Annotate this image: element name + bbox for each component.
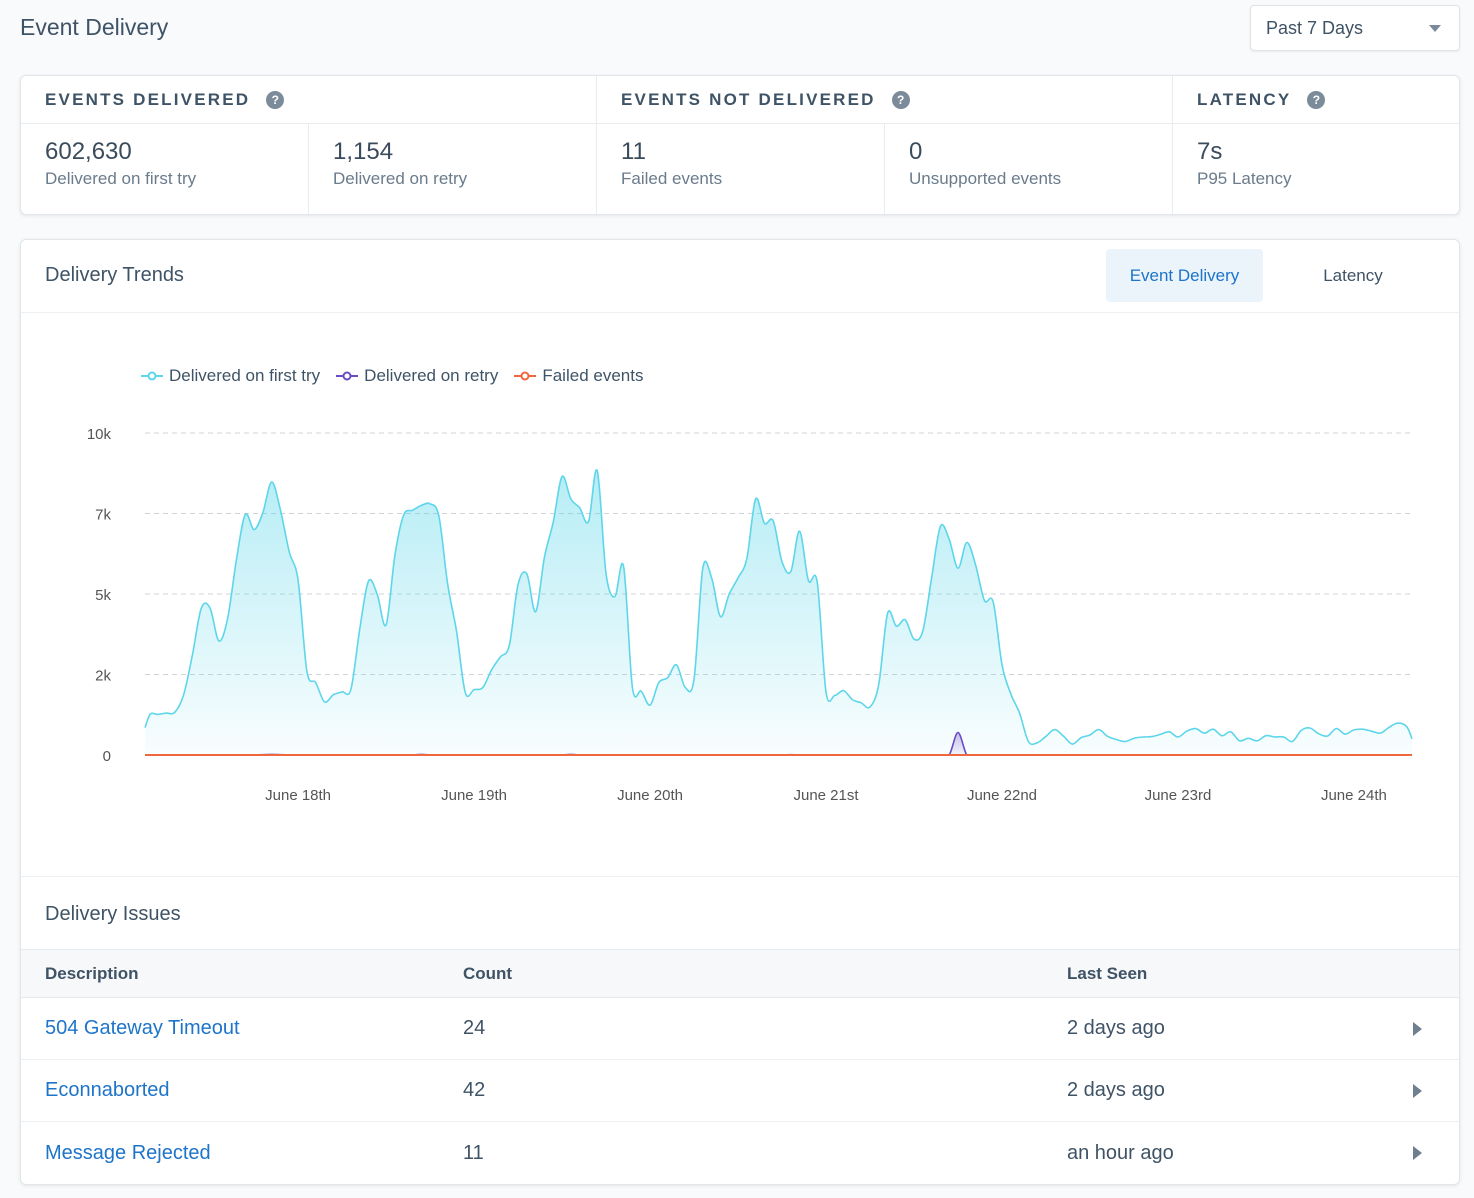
x-tick-label: June 20th <box>617 787 683 804</box>
issue-count: 24 <box>463 1017 486 1039</box>
issue-link[interactable]: 504 Gateway Timeout <box>45 1017 240 1040</box>
chevron-right-icon[interactable] <box>1413 1083 1422 1098</box>
tab-latency[interactable]: Latency <box>1283 249 1423 302</box>
issue-link[interactable]: Econnaborted <box>45 1079 170 1102</box>
issue-last-seen: 2 days ago <box>1067 1079 1165 1101</box>
stat-group-latency: LATENCY ? 7s P95 Latency <box>1173 76 1459 214</box>
caret-down-icon <box>1429 25 1441 32</box>
table-row[interactable]: 504 Gateway Timeout 24 2 days ago <box>21 998 1459 1060</box>
stat-value: 602,630 <box>45 138 132 165</box>
stat-p95-latency: 7s P95 Latency <box>1173 124 1459 214</box>
chevron-right-icon[interactable] <box>1413 1021 1422 1036</box>
col-header-last-seen[interactable]: Last Seen <box>1067 964 1147 984</box>
issue-last-seen: 2 days ago <box>1067 1017 1165 1039</box>
stat-group-header: LATENCY ? <box>1173 76 1459 124</box>
trends-title: Delivery Trends <box>45 264 184 286</box>
legend-item-first-try[interactable]: Delivered on first try <box>141 366 320 386</box>
y-tick-label: 0 <box>103 748 111 765</box>
stat-label: Failed events <box>621 169 723 188</box>
stat-group-header: EVENTS DELIVERED ? <box>21 76 596 124</box>
legend-item-failed[interactable]: Failed events <box>514 366 643 386</box>
x-tick-label: June 21st <box>793 787 859 804</box>
table-header: Description Count Last Seen <box>21 949 1459 998</box>
stat-group-events-not-delivered: EVENTS NOT DELIVERED ? 11 Failed events … <box>597 76 1173 214</box>
trends-header: Delivery Trends Event Delivery Latency <box>21 240 1459 313</box>
legend-marker-icon <box>141 371 163 381</box>
chevron-right-icon[interactable] <box>1413 1146 1422 1160</box>
col-header-description[interactable]: Description <box>45 964 139 984</box>
stat-group-header: EVENTS NOT DELIVERED ? <box>597 76 1172 124</box>
table-row[interactable]: Message Rejected 11 an hour ago <box>21 1122 1459 1184</box>
stat-label: Delivered on retry <box>333 169 468 188</box>
issues-title: Delivery Issues <box>45 903 181 925</box>
stat-value: 0 <box>909 138 923 165</box>
y-tick-label: 7k <box>95 507 111 524</box>
stat-value: 11 <box>621 138 646 165</box>
issue-last-seen: an hour ago <box>1067 1141 1174 1164</box>
stat-group-title: LATENCY <box>1197 89 1292 109</box>
stat-failed-events: 11 Failed events <box>597 124 885 214</box>
delivery-chart: 0 2k 5k 7k 10k June 18th June 19th June 20th Jun… <box>21 314 1459 876</box>
legend-marker-icon <box>514 371 537 381</box>
page-title: Event Delivery <box>20 14 169 40</box>
stat-value: 1,154 <box>333 138 394 165</box>
help-icon[interactable]: ? <box>266 90 285 109</box>
legend-label: Failed events <box>542 366 644 385</box>
legend-marker-icon <box>336 371 359 381</box>
stat-group-events-delivered: EVENTS DELIVERED ? 602,630 Delivered on … <box>21 76 597 214</box>
stat-label: Unsupported events <box>909 169 1062 188</box>
issue-count: 11 <box>463 1141 484 1164</box>
stat-group-title: EVENTS DELIVERED <box>45 89 251 109</box>
stats-card: EVENTS DELIVERED ? 602,630 Delivered on … <box>20 75 1460 215</box>
legend-label: Delivered on first try <box>169 366 321 385</box>
x-tick-label: June 22nd <box>967 787 1037 804</box>
stat-delivered-first-try: 602,630 Delivered on first try <box>21 124 309 214</box>
stat-unsupported-events: 0 Unsupported events <box>885 124 1172 214</box>
col-header-count[interactable]: Count <box>463 964 512 984</box>
stat-delivered-retry: 1,154 Delivered on retry <box>309 124 596 214</box>
legend-item-retry[interactable]: Delivered on retry <box>336 366 498 386</box>
x-tick-label: June 24th <box>1321 787 1387 804</box>
stat-label: P95 Latency <box>1197 169 1292 188</box>
x-tick-label: June 23rd <box>1145 787 1212 804</box>
x-tick-label: June 18th <box>265 787 331 804</box>
table-row[interactable]: Econnaborted 42 2 days ago <box>21 1060 1459 1122</box>
chart-svg: 0 2k 5k 7k 10k June 18th June 19th June 20th Jun… <box>87 426 1413 804</box>
issue-link[interactable]: Message Rejected <box>45 1142 211 1165</box>
y-tick-label: 2k <box>95 668 111 685</box>
stat-label: Delivered on first try <box>45 169 197 188</box>
legend-label: Delivered on retry <box>364 366 499 385</box>
help-icon[interactable]: ? <box>1307 90 1326 109</box>
date-range-select[interactable]: Past 7 Days <box>1250 5 1460 51</box>
tab-event-delivery[interactable]: Event Delivery <box>1106 249 1263 302</box>
help-icon[interactable]: ? <box>891 90 910 109</box>
delivery-trends-card: Delivery Trends Event Delivery Latency 0… <box>20 239 1460 1185</box>
series-first-try-area <box>145 469 1412 755</box>
chart-legend: Delivered on first try Delivered on retr… <box>141 366 643 386</box>
date-range-value: Past 7 Days <box>1266 17 1364 38</box>
issues-header: Delivery Issues <box>21 876 1459 949</box>
stat-value: 7s <box>1197 138 1223 165</box>
x-tick-label: June 19th <box>441 787 507 804</box>
issues-table: Description Count Last Seen 504 Gateway … <box>21 949 1459 1184</box>
issue-count: 42 <box>463 1079 486 1101</box>
y-tick-label: 10k <box>87 426 112 443</box>
stat-group-title: EVENTS NOT DELIVERED <box>621 89 876 109</box>
y-tick-label: 5k <box>95 587 111 604</box>
